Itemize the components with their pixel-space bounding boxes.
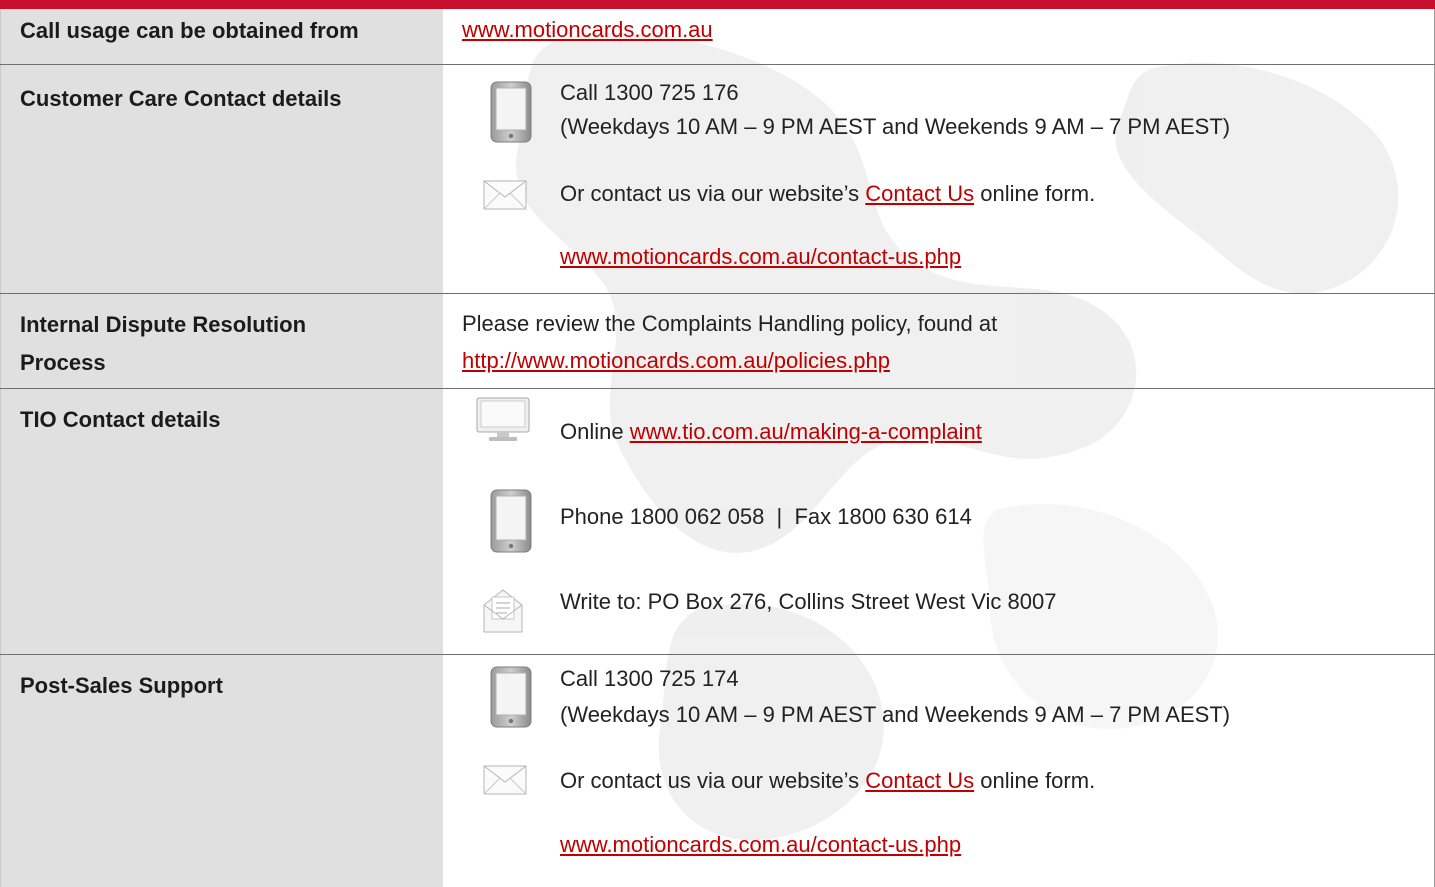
row-label-cell: Internal Dispute Resolution Process [0, 294, 443, 388]
tio-online-line: Online www.tio.com.au/making-a-complaint [560, 416, 982, 448]
envelope-icon [483, 180, 527, 210]
contact-us-link[interactable]: Contact Us [865, 181, 974, 206]
post-sales-call: Call 1300 725 174 [560, 666, 739, 691]
row-content-cell: Call 1300 725 174 (Weekdays 10 AM – 9 PM… [443, 655, 1435, 887]
customer-care-contact-line: Or contact us via our website’s Contact … [560, 178, 1095, 210]
dispute-text: Please review the Complaints Handling po… [462, 311, 998, 336]
customer-care-hours: (Weekdays 10 AM – 9 PM AEST and Weekends… [560, 114, 1231, 139]
row-label-cell: Customer Care Contact details [0, 65, 443, 293]
row-post-sales: Post-Sales Support Call 1300 725 174 (We… [0, 655, 1435, 887]
top-accent-bar [0, 0, 1435, 9]
row-label-line2: Process [20, 350, 106, 375]
mobile-phone-icon [490, 489, 532, 553]
contact-text-pre: Or contact us via our website’s [560, 181, 866, 206]
row-label: TIO Contact details [20, 407, 221, 432]
row-tio-contact: TIO Contact details Online www.tio.com.a… [0, 389, 1435, 655]
mobile-phone-icon [490, 666, 532, 728]
call-usage-link[interactable]: www.motioncards.com.au [462, 14, 713, 46]
customer-care-call: Call 1300 725 176 [560, 80, 739, 105]
tio-online-label: Online [560, 419, 630, 444]
customer-care-url[interactable]: www.motioncards.com.au/contact-us.php [560, 241, 961, 273]
contact-text-pre: Or contact us via our website’s [560, 768, 866, 793]
row-content-cell: Online www.tio.com.au/making-a-complaint… [443, 389, 1435, 654]
row-label-cell: Post-Sales Support [0, 655, 443, 887]
mobile-phone-icon [490, 81, 532, 143]
row-label-cell: Call usage can be obtained from [0, 9, 443, 64]
post-sales-contact-line: Or contact us via our website’s Contact … [560, 765, 1095, 797]
tio-phone-fax: Phone 1800 062 058 | Fax 1800 630 614 [560, 504, 972, 529]
open-letter-icon [483, 589, 523, 633]
post-sales-hours: (Weekdays 10 AM – 9 PM AEST and Weekends… [560, 702, 1231, 727]
row-label: Customer Care Contact details [20, 86, 342, 111]
contact-text-post: online form. [974, 181, 1096, 206]
row-label-cell: TIO Contact details [0, 389, 443, 654]
row-content-cell: Call 1300 725 176 (Weekdays 10 AM – 9 PM… [443, 65, 1435, 293]
row-content-cell: www.motioncards.com.au [443, 9, 1435, 64]
row-call-usage: Call usage can be obtained from www.moti… [0, 9, 1435, 65]
row-label: Call usage can be obtained from [20, 18, 359, 43]
contact-text-post: online form. [974, 768, 1096, 793]
row-dispute-resolution: Internal Dispute Resolution Process Plea… [0, 294, 1435, 389]
row-content-cell: Please review the Complaints Handling po… [443, 294, 1435, 388]
post-sales-url[interactable]: www.motioncards.com.au/contact-us.php [560, 829, 961, 861]
row-customer-care: Customer Care Contact details Call 1300 … [0, 65, 1435, 294]
tio-postal-address: Write to: PO Box 276, Collins Street Wes… [560, 589, 1057, 614]
computer-monitor-icon [476, 397, 530, 441]
row-label-line1: Internal Dispute Resolution [20, 312, 307, 337]
envelope-icon [483, 765, 527, 795]
policies-link[interactable]: http://www.motioncards.com.au/policies.p… [462, 345, 890, 377]
tio-complaint-link[interactable]: www.tio.com.au/making-a-complaint [630, 419, 982, 444]
row-label: Post-Sales Support [20, 673, 223, 698]
contact-us-link[interactable]: Contact Us [865, 768, 974, 793]
